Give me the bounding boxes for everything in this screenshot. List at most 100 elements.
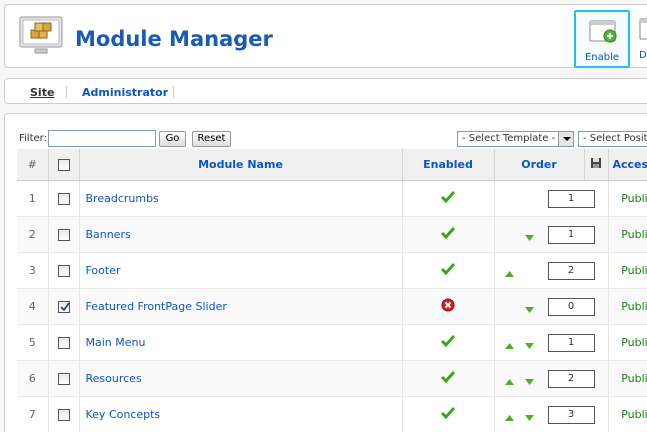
position-select[interactable]: - Select Position - [578, 131, 647, 147]
chevron-down-icon[interactable] [558, 132, 573, 146]
column-order[interactable]: Order [494, 149, 585, 181]
module-name-link[interactable]: Footer [79, 252, 403, 289]
order-cell: 2 [494, 360, 609, 397]
row-number: 3 [17, 252, 49, 289]
module-name-link[interactable]: Banners [79, 216, 403, 253]
row-number: 7 [17, 396, 49, 432]
filter-input[interactable] [48, 130, 156, 147]
move-up-icon[interactable] [504, 339, 514, 352]
row-checkbox[interactable] [57, 408, 70, 421]
row-select-cell [48, 396, 80, 432]
column-module-name[interactable]: Module Name [79, 149, 403, 181]
module-name-link[interactable]: Resources [79, 360, 403, 397]
tab-administrator[interactable]: Administrator [82, 86, 168, 99]
row-checkbox[interactable] [57, 228, 70, 241]
enabled-check-icon[interactable] [440, 370, 456, 387]
table-row: 5 Main Menu 1 Public [17, 324, 647, 361]
row-checkbox[interactable] [57, 264, 70, 277]
order-input[interactable]: 2 [547, 261, 595, 280]
access-level-link[interactable]: Public [608, 324, 647, 361]
row-checkbox[interactable] [57, 372, 70, 385]
row-number: 4 [17, 288, 49, 325]
order-cell: 1 [494, 324, 609, 361]
table-row: 7 Key Concepts 3 Public [17, 396, 647, 432]
enabled-check-icon[interactable] [440, 334, 456, 351]
enable-button[interactable]: Enable [574, 10, 630, 68]
enabled-cell [402, 216, 495, 253]
module-name-link[interactable]: Featured FrontPage Slider [79, 288, 403, 325]
enabled-cell [402, 252, 495, 289]
enabled-check-icon[interactable] [440, 190, 456, 207]
enabled-check-icon[interactable] [440, 406, 456, 423]
order-input[interactable]: 1 [547, 333, 595, 352]
module-manager-icon [19, 16, 63, 54]
move-up-icon[interactable] [504, 411, 514, 424]
order-cell: 1 [494, 180, 609, 217]
column-enabled[interactable]: Enabled [402, 149, 495, 181]
access-level-link[interactable]: Public [608, 396, 647, 432]
order-cell: 3 [494, 396, 609, 432]
move-down-icon[interactable] [524, 339, 534, 352]
template-select-value: - Select Template - [462, 133, 556, 144]
column-save-order [584, 149, 609, 181]
column-select-all [48, 149, 80, 181]
row-checkbox[interactable] [57, 336, 70, 349]
row-select-cell [48, 360, 80, 397]
move-down-icon[interactable] [524, 411, 534, 424]
move-up-icon[interactable] [504, 267, 514, 280]
enable-icon [589, 20, 617, 43]
order-input[interactable]: 2 [547, 369, 595, 388]
row-checkbox[interactable] [57, 192, 70, 205]
module-name-link[interactable]: Breadcrumbs [79, 180, 403, 217]
row-checkbox[interactable] [57, 300, 70, 313]
table-row: 6 Resources 2 Public [17, 360, 647, 397]
order-input[interactable]: 1 [547, 189, 595, 208]
tab-divider [173, 86, 174, 98]
submenu-tabs: Site Administrator [4, 78, 647, 104]
move-down-icon[interactable] [524, 375, 534, 388]
go-button[interactable]: Go [159, 131, 186, 147]
order-cell: 0 [494, 288, 609, 325]
enabled-check-icon[interactable] [440, 226, 456, 243]
save-order-icon[interactable] [590, 157, 602, 169]
template-select[interactable]: - Select Template - [457, 131, 574, 147]
reset-button[interactable]: Reset [192, 131, 231, 147]
row-select-cell [48, 288, 80, 325]
table-row: 4 Featured FrontPage Slider 0 Public [17, 288, 647, 325]
enabled-cell [402, 360, 495, 397]
module-list-panel: Filter: Go Reset - Select Template - - S… [4, 113, 647, 432]
enabled-check-icon[interactable] [440, 262, 456, 279]
table-row: 1 Breadcrumbs 1 Public [17, 180, 647, 217]
order-cell: 2 [494, 252, 609, 289]
access-level-link[interactable]: Public [608, 360, 647, 397]
move-up-icon[interactable] [504, 375, 514, 388]
position-select-value: - Select Position - [583, 133, 647, 144]
order-input[interactable]: 3 [547, 405, 595, 424]
enabled-cell [402, 396, 495, 432]
disable-label: Disable [639, 50, 647, 61]
column-access-level[interactable]: Access Level [608, 149, 647, 181]
disable-button[interactable]: Disable [635, 10, 647, 68]
table-row: 3 Footer 2 Public [17, 252, 647, 289]
row-select-cell [48, 180, 80, 217]
module-name-link[interactable]: Main Menu [79, 324, 403, 361]
access-level-link[interactable]: Public [608, 252, 647, 289]
module-name-link[interactable]: Key Concepts [79, 396, 403, 432]
order-input[interactable]: 0 [547, 297, 595, 316]
modules-table: # Module Name Enabled Order Access Level… [17, 149, 647, 432]
access-level-link[interactable]: Public [608, 180, 647, 217]
select-all-checkbox[interactable] [57, 158, 70, 171]
access-level-link[interactable]: Public [608, 288, 647, 325]
move-down-icon[interactable] [524, 231, 534, 244]
move-down-icon[interactable] [524, 303, 534, 316]
row-number: 5 [17, 324, 49, 361]
tab-site[interactable]: Site [30, 86, 54, 99]
row-select-cell [48, 252, 80, 289]
order-input[interactable]: 1 [547, 225, 595, 244]
enable-label: Enable [584, 52, 620, 63]
table-row: 2 Banners 1 Public [17, 216, 647, 253]
disabled-x-icon[interactable] [441, 298, 455, 315]
access-level-link[interactable]: Public [608, 216, 647, 253]
enabled-cell [402, 180, 495, 217]
enabled-cell [402, 288, 495, 325]
